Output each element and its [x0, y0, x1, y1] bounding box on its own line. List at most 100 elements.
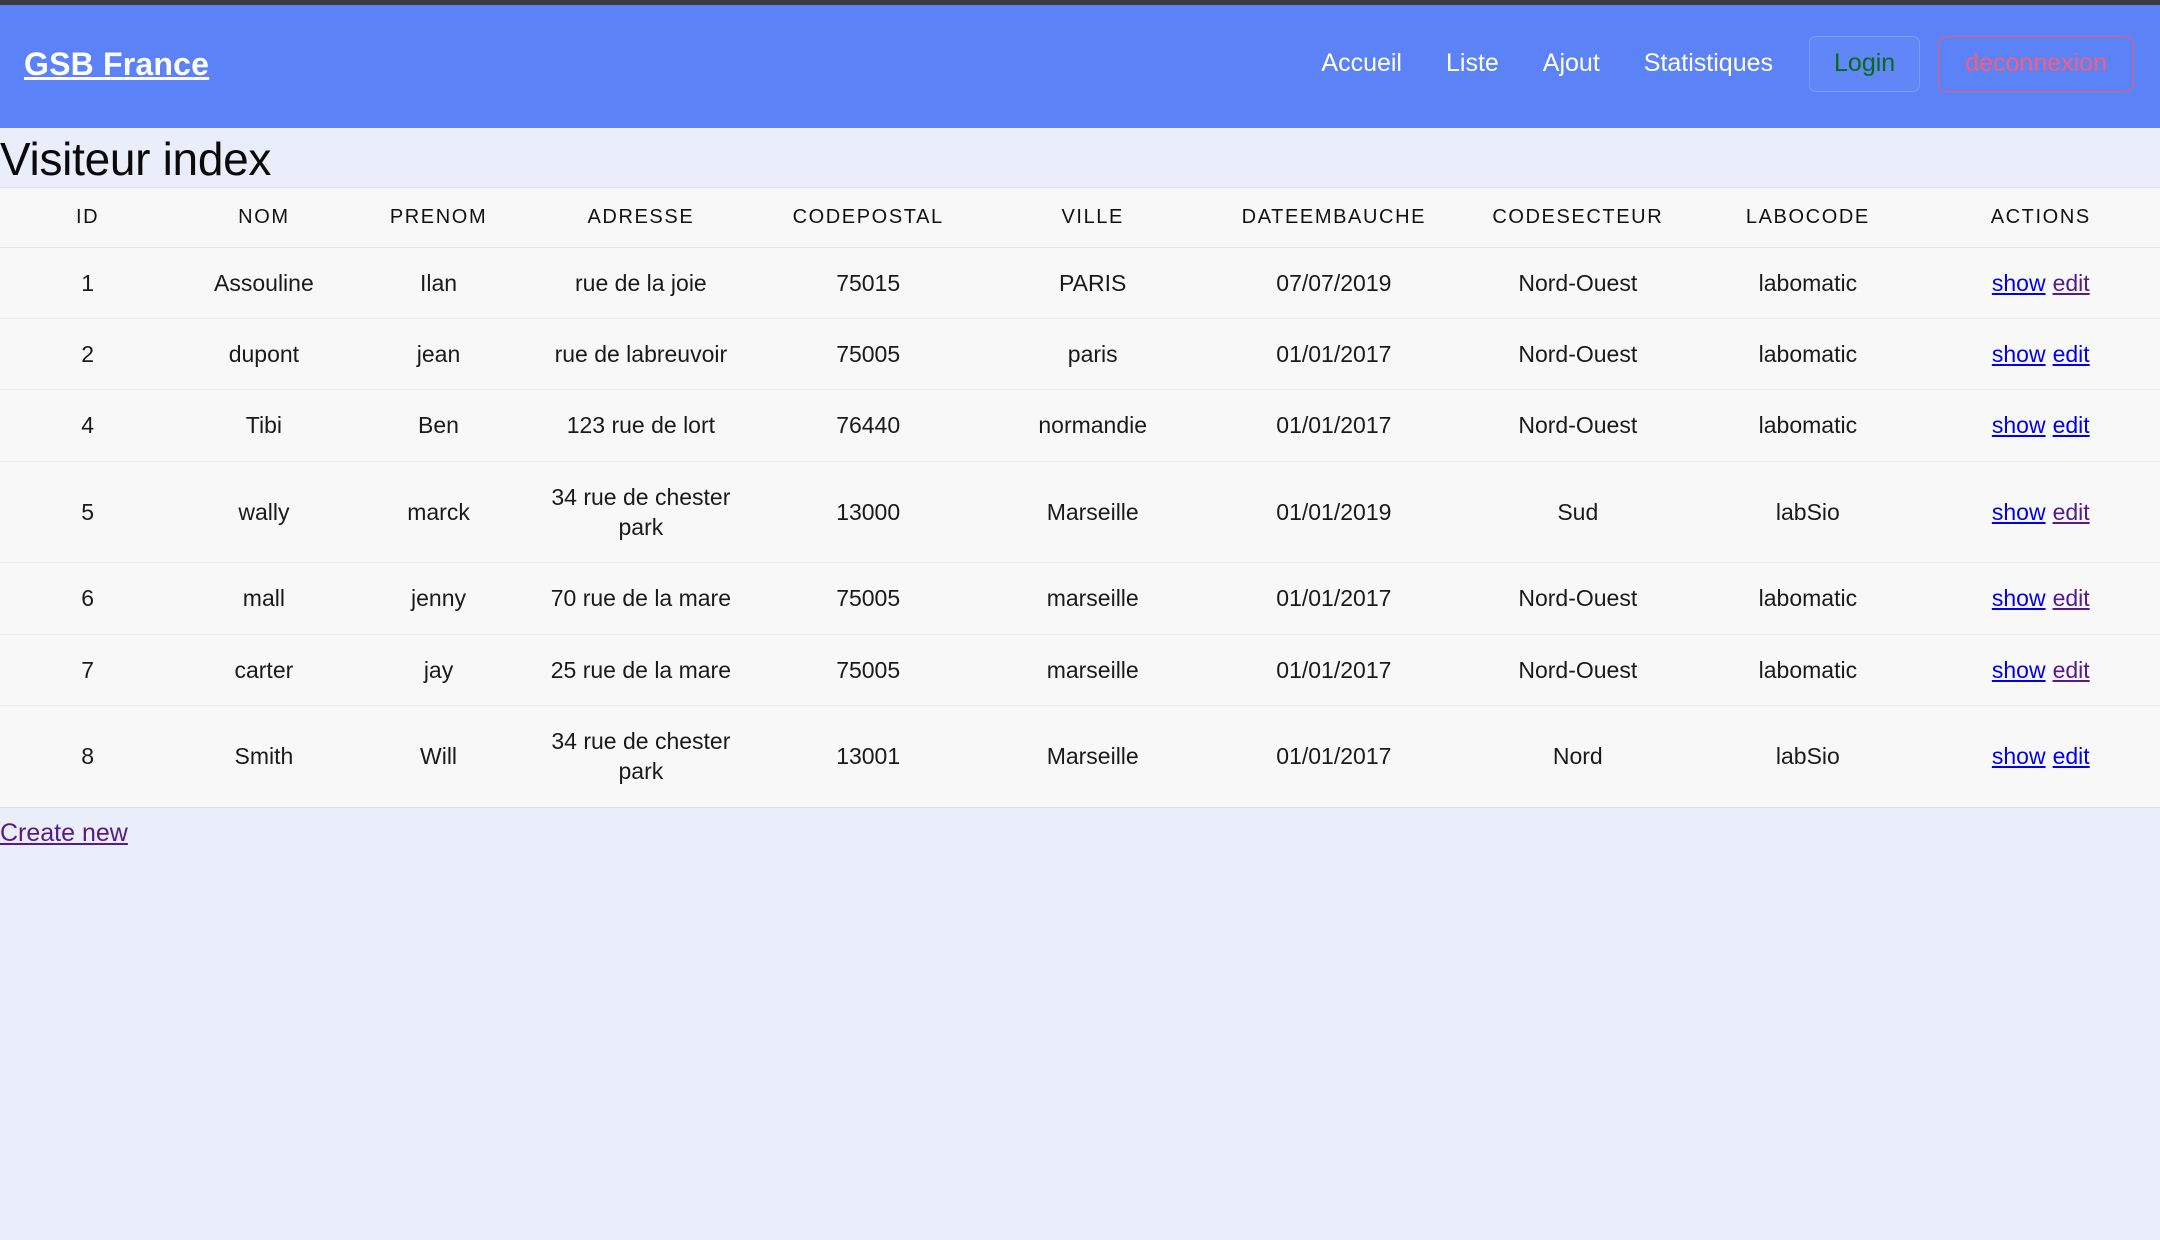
cell-nom: Tibi: [175, 389, 353, 462]
cell-labocode: labomatic: [1694, 247, 1922, 319]
cell-actions: show edit: [1921, 562, 2160, 635]
table-row: 6 mall jenny 70 rue de la mare 75005 marseill…: [0, 562, 2160, 635]
cell-id: 8: [81, 743, 94, 770]
column-header-nom: NOM: [175, 187, 353, 248]
cell-actions: show edit: [1921, 247, 2160, 319]
edit-link[interactable]: edit: [2053, 412, 2090, 438]
nav-item-liste[interactable]: Liste: [1424, 36, 1521, 92]
column-header-dateembauche: DATEEMBAUCHE: [1206, 187, 1462, 248]
cell-nom: dupont: [175, 318, 353, 391]
cell-id: 1: [0, 247, 176, 319]
cell-labocode: labSio: [1775, 743, 1840, 770]
edit-link[interactable]: edit: [2053, 270, 2090, 296]
cell-dateembauche: 01/01/2017: [1206, 318, 1462, 391]
cell-id: 4: [0, 389, 176, 462]
page-root: GSB France Accueil Liste Ajout Statistiq…: [0, 0, 2160, 1240]
table-row: 4 Tibi Ben 123 rue de lort 76440 normandie 01/…: [0, 389, 2160, 462]
create-new-container: Create new: [0, 808, 2160, 848]
edit-link[interactable]: edit: [2053, 499, 2090, 525]
table-header: ID NOM PRENOM ADRESSE CODEPOSTAL VILLE D…: [0, 187, 2160, 248]
cell-ville: marseille: [979, 634, 1207, 707]
create-new-link[interactable]: Create new: [0, 819, 128, 847]
cell-actions: show edit: [1922, 706, 2160, 807]
top-navbar: GSB France Accueil Liste Ajout Statistiq…: [0, 0, 2160, 128]
show-link[interactable]: show: [1992, 743, 2046, 769]
page-title: Visiteur index: [0, 133, 272, 185]
table-row: 2 dupont jean rue de labreuvoir 75005 paris 01…: [0, 318, 2160, 391]
cell-dateembauche: 01/01/2017: [1206, 562, 1462, 635]
cell-codepostal: 75015: [757, 247, 980, 319]
cell-codepostal: 13001: [836, 743, 901, 770]
cell-codepostal: 75005: [757, 634, 980, 707]
table-body: 1 Assouline Ilan rue de la joie 75015 PARIS 07…: [0, 247, 2160, 807]
nav-item-ajout[interactable]: Ajout: [1521, 36, 1622, 92]
nav-item-statistiques[interactable]: Statistiques: [1622, 36, 1795, 92]
cell-nom: Assouline: [175, 247, 353, 319]
show-link[interactable]: show: [1992, 270, 2046, 296]
cell-nom: carter: [175, 634, 353, 707]
column-header-adresse: ADRESSE: [524, 187, 758, 248]
cell-id: 2: [0, 318, 176, 391]
cell-dateembauche: 01/01/2017: [1206, 634, 1462, 707]
login-button[interactable]: Login: [1809, 36, 1921, 92]
column-header-codepostal: CODEPOSTAL: [757, 187, 980, 248]
column-header-actions: ACTIONS: [1921, 187, 2160, 248]
table-row: 1 Assouline Ilan rue de la joie 75015 PARIS 07…: [0, 247, 2160, 319]
cell-prenom: jenny: [352, 562, 525, 635]
cell-labocode: labSio: [1694, 461, 1922, 564]
table-row: 5 wally marck 34 rue de chester park 13000 Ma…: [0, 461, 2160, 564]
table-row: 8 Smith Will 34 rue de chester park 13001 Mar…: [0, 706, 2160, 807]
visiteur-table: ID NOM PRENOM ADRESSE CODEPOSTAL VILLE D…: [0, 187, 2160, 807]
edit-link[interactable]: edit: [2053, 657, 2090, 683]
column-header-id: ID: [0, 187, 176, 248]
cell-dateembauche: 01/01/2017: [1276, 743, 1392, 770]
edit-link[interactable]: edit: [2053, 341, 2090, 367]
cell-nom: Smith: [234, 743, 294, 770]
cell-ville: marseille: [979, 562, 1207, 635]
show-link[interactable]: show: [1992, 341, 2046, 367]
column-header-prenom: PRENOM: [352, 187, 525, 248]
visiteur-table-container: ID NOM PRENOM ADRESSE CODEPOSTAL VILLE D…: [0, 186, 2160, 808]
cell-adresse: rue de labreuvoir: [524, 318, 758, 391]
cell-dateembauche: 07/07/2019: [1206, 247, 1462, 319]
navbar-links: Accueil Liste Ajout Statistiques Login d…: [1299, 36, 2134, 92]
show-link[interactable]: show: [1992, 499, 2046, 525]
cell-ville: normandie: [979, 389, 1207, 462]
cell-codesecteur: Nord-Ouest: [1461, 318, 1695, 391]
cell-actions: show edit: [1921, 634, 2160, 707]
cell-codesecteur: Nord-Ouest: [1461, 247, 1695, 319]
edit-link[interactable]: edit: [2053, 585, 2090, 611]
cell-prenom: jay: [352, 634, 525, 707]
show-link[interactable]: show: [1992, 585, 2046, 611]
cell-ville: Marseille: [1046, 743, 1139, 770]
show-link[interactable]: show: [1992, 412, 2046, 438]
nav-item-accueil[interactable]: Accueil: [1299, 36, 1424, 92]
cell-prenom: Ilan: [352, 247, 525, 319]
cell-codesecteur: Nord: [1552, 743, 1603, 770]
cell-prenom: jean: [352, 318, 525, 391]
table-header-row: ID NOM PRENOM ADRESSE CODEPOSTAL VILLE D…: [0, 187, 2160, 248]
cell-nom: mall: [175, 562, 353, 635]
cell-nom: wally: [175, 461, 353, 564]
cell-prenom: marck: [352, 461, 525, 564]
cell-prenom: Ben: [352, 389, 525, 462]
logout-button[interactable]: deconnexion: [1938, 36, 2134, 92]
brand-logo[interactable]: GSB France: [24, 48, 209, 80]
cell-adresse: 123 rue de lort: [524, 389, 758, 462]
cell-codepostal: 75005: [757, 318, 980, 391]
column-header-labocode: LABOCODE: [1694, 187, 1922, 248]
cell-adresse: 70 rue de la mare: [524, 562, 758, 635]
cell-ville: PARIS: [979, 247, 1207, 319]
cell-adresse: rue de la joie: [524, 247, 758, 319]
cell-actions: show edit: [1921, 389, 2160, 462]
show-link[interactable]: show: [1992, 657, 2046, 683]
cell-prenom: Will: [420, 743, 458, 770]
cell-dateembauche: 01/01/2019: [1206, 461, 1462, 564]
cell-actions: show edit: [1921, 461, 2160, 564]
cell-id: 7: [0, 634, 176, 707]
cell-ville: Marseille: [979, 461, 1207, 564]
cell-adresse: 34 rue de chester park: [524, 461, 758, 564]
cell-codesecteur: Nord-Ouest: [1461, 389, 1695, 462]
cell-labocode: labomatic: [1694, 389, 1922, 462]
edit-link[interactable]: edit: [2053, 743, 2090, 769]
